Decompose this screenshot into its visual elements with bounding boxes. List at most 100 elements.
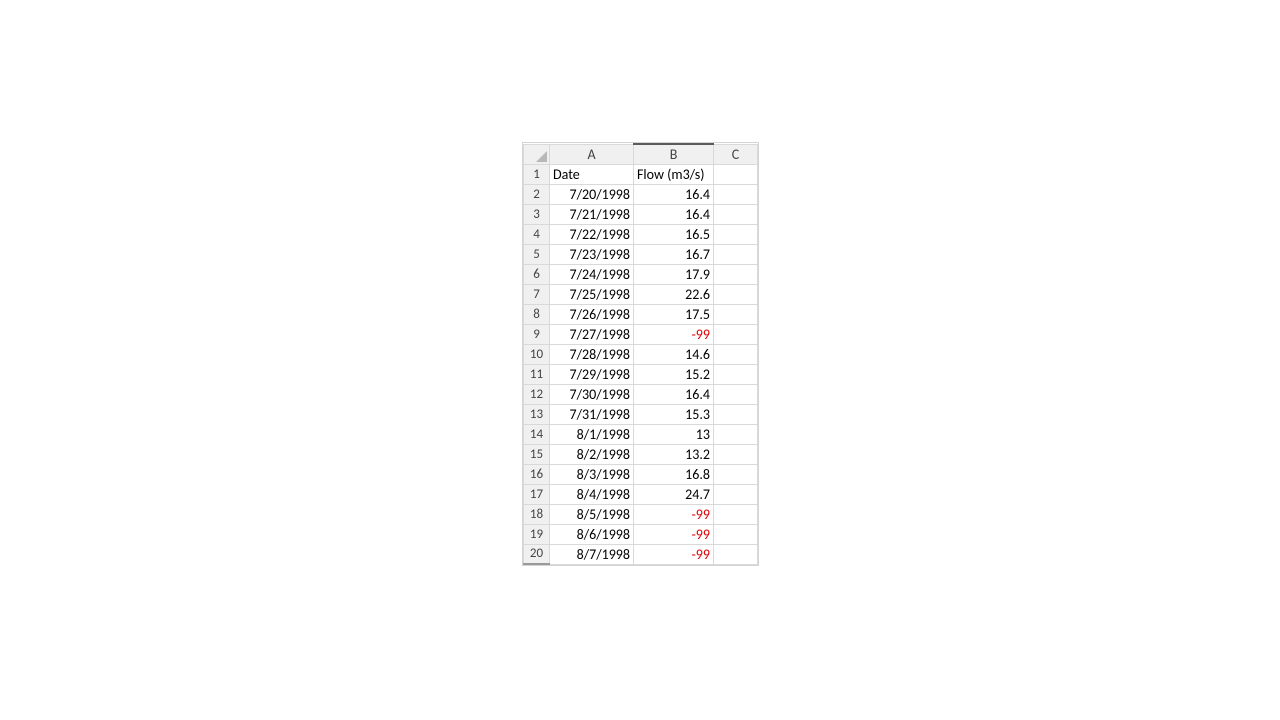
table-row: 3 7/21/1998 16.4	[524, 204, 758, 224]
cell-flow[interactable]: 16.4	[634, 184, 714, 204]
table-row: 13 7/31/1998 15.3	[524, 404, 758, 424]
cell-empty[interactable]	[714, 444, 758, 464]
cell-A1[interactable]: Date	[550, 164, 634, 184]
cell-empty[interactable]	[714, 384, 758, 404]
row-header[interactable]: 16	[524, 464, 550, 484]
column-header-C[interactable]: C	[714, 144, 758, 164]
cell-flow[interactable]: -99	[634, 324, 714, 344]
table-row: 1 Date Flow (m3/s)	[524, 164, 758, 184]
row-header[interactable]: 14	[524, 424, 550, 444]
cell-empty[interactable]	[714, 284, 758, 304]
column-header-B[interactable]: B	[634, 144, 714, 164]
cell-flow[interactable]: -99	[634, 504, 714, 524]
row-header[interactable]: 9	[524, 324, 550, 344]
cell-empty[interactable]	[714, 204, 758, 224]
row-header[interactable]: 8	[524, 304, 550, 324]
cell-flow[interactable]: 16.5	[634, 224, 714, 244]
table-row: 6 7/24/1998 17.9	[524, 264, 758, 284]
cell-date[interactable]: 7/23/1998	[550, 244, 634, 264]
cell-empty[interactable]	[714, 244, 758, 264]
table-row: 20 8/7/1998 -99	[524, 544, 758, 564]
column-header-A[interactable]: A	[550, 144, 634, 164]
cell-empty[interactable]	[714, 184, 758, 204]
row-header[interactable]: 15	[524, 444, 550, 464]
cell-date[interactable]: 7/30/1998	[550, 384, 634, 404]
row-header[interactable]: 11	[524, 364, 550, 384]
cell-date[interactable]: 7/24/1998	[550, 264, 634, 284]
cell-date[interactable]: 8/6/1998	[550, 524, 634, 544]
table-row: 2 7/20/1998 16.4	[524, 184, 758, 204]
row-header[interactable]: 7	[524, 284, 550, 304]
table-row: 11 7/29/1998 15.2	[524, 364, 758, 384]
cell-B1[interactable]: Flow (m3/s)	[634, 164, 714, 184]
table-row: 14 8/1/1998 13	[524, 424, 758, 444]
cell-date[interactable]: 7/21/1998	[550, 204, 634, 224]
cell-date[interactable]: 7/25/1998	[550, 284, 634, 304]
row-header[interactable]: 4	[524, 224, 550, 244]
cell-flow[interactable]: 17.5	[634, 304, 714, 324]
row-header[interactable]: 17	[524, 484, 550, 504]
cell-date[interactable]: 7/20/1998	[550, 184, 634, 204]
cell-flow[interactable]: 16.4	[634, 384, 714, 404]
cell-date[interactable]: 8/1/1998	[550, 424, 634, 444]
cell-empty[interactable]	[714, 424, 758, 444]
cell-date[interactable]: 7/28/1998	[550, 344, 634, 364]
cell-flow[interactable]: 22.6	[634, 284, 714, 304]
cell-empty[interactable]	[714, 344, 758, 364]
row-header[interactable]: 10	[524, 344, 550, 364]
cell-flow[interactable]: 24.7	[634, 484, 714, 504]
row-header[interactable]: 1	[524, 164, 550, 184]
row-header[interactable]: 5	[524, 244, 550, 264]
cell-empty[interactable]	[714, 304, 758, 324]
cell-empty[interactable]	[714, 404, 758, 424]
row-header[interactable]: 2	[524, 184, 550, 204]
cell-C1[interactable]	[714, 164, 758, 184]
cell-flow[interactable]: -99	[634, 524, 714, 544]
row-header[interactable]: 12	[524, 384, 550, 404]
table-row: 5 7/23/1998 16.7	[524, 244, 758, 264]
cell-empty[interactable]	[714, 464, 758, 484]
cell-flow[interactable]: 13.2	[634, 444, 714, 464]
cell-date[interactable]: 7/27/1998	[550, 324, 634, 344]
cell-empty[interactable]	[714, 504, 758, 524]
cell-flow[interactable]: 13	[634, 424, 714, 444]
table-row: 7 7/25/1998 22.6	[524, 284, 758, 304]
row-header[interactable]: 20	[524, 544, 550, 564]
cell-flow[interactable]: 16.8	[634, 464, 714, 484]
cell-flow[interactable]: 14.6	[634, 344, 714, 364]
row-header[interactable]: 19	[524, 524, 550, 544]
sheet-body: 1 Date Flow (m3/s) 2 7/20/1998 16.4 3 7/…	[524, 164, 758, 564]
cell-date[interactable]: 8/4/1998	[550, 484, 634, 504]
cell-flow[interactable]: 16.4	[634, 204, 714, 224]
select-all-triangle[interactable]	[524, 144, 550, 164]
cell-empty[interactable]	[714, 224, 758, 244]
table-row: 16 8/3/1998 16.8	[524, 464, 758, 484]
cell-flow[interactable]: 15.3	[634, 404, 714, 424]
row-header[interactable]: 6	[524, 264, 550, 284]
row-header[interactable]: 3	[524, 204, 550, 224]
cell-empty[interactable]	[714, 544, 758, 564]
cell-empty[interactable]	[714, 364, 758, 384]
cell-date[interactable]: 7/31/1998	[550, 404, 634, 424]
cell-empty[interactable]	[714, 524, 758, 544]
cell-date[interactable]: 8/2/1998	[550, 444, 634, 464]
column-header-row: A B C	[524, 144, 758, 164]
cell-empty[interactable]	[714, 324, 758, 344]
cell-empty[interactable]	[714, 484, 758, 504]
row-header[interactable]: 13	[524, 404, 550, 424]
cell-flow[interactable]: -99	[634, 544, 714, 564]
cell-date[interactable]: 7/22/1998	[550, 224, 634, 244]
cell-date[interactable]: 7/26/1998	[550, 304, 634, 324]
cell-empty[interactable]	[714, 264, 758, 284]
cell-date[interactable]: 7/29/1998	[550, 364, 634, 384]
table-row: 18 8/5/1998 -99	[524, 504, 758, 524]
cell-date[interactable]: 8/7/1998	[550, 544, 634, 564]
cell-flow[interactable]: 16.7	[634, 244, 714, 264]
cell-flow[interactable]: 15.2	[634, 364, 714, 384]
cell-flow[interactable]: 17.9	[634, 264, 714, 284]
spreadsheet-grid[interactable]: A B C 1 Date Flow (m3/s) 2 7/20/1998 16.…	[522, 142, 759, 566]
row-header[interactable]: 18	[524, 504, 550, 524]
sheet-table: A B C 1 Date Flow (m3/s) 2 7/20/1998 16.…	[523, 143, 758, 565]
cell-date[interactable]: 8/5/1998	[550, 504, 634, 524]
cell-date[interactable]: 8/3/1998	[550, 464, 634, 484]
